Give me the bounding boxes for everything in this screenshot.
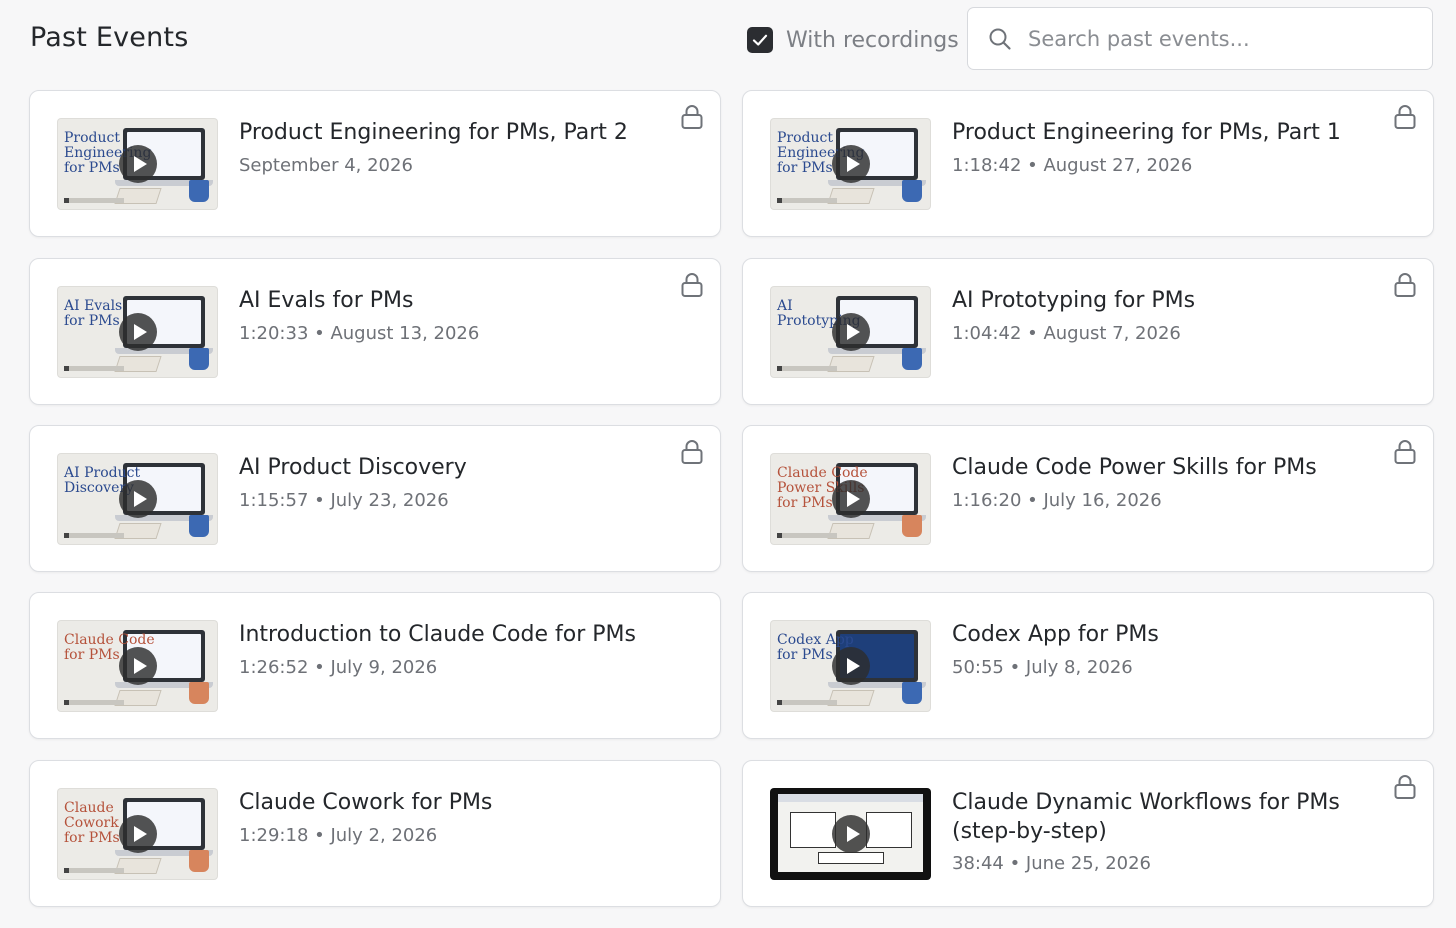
- with-recordings-label[interactable]: With recordings: [786, 28, 959, 53]
- brand-logo: [64, 366, 124, 371]
- event-thumbnail[interactable]: AI Prototyping: [770, 286, 931, 378]
- brand-logo: [777, 700, 837, 705]
- event-meta: 1:20:33 • August 13, 2026: [239, 323, 480, 344]
- event-meta: 1:16:20 • July 16, 2026: [952, 490, 1162, 511]
- event-meta: 1:18:42 • August 27, 2026: [952, 155, 1193, 176]
- mug-illustration: [902, 180, 922, 202]
- lock-icon: [1394, 440, 1416, 464]
- checkmark-icon: [752, 34, 768, 46]
- event-title[interactable]: Codex App for PMs: [952, 620, 1382, 649]
- brand-logo: [64, 533, 124, 538]
- event-meta: 1:15:57 • July 23, 2026: [239, 490, 449, 511]
- with-recordings-checkbox[interactable]: [747, 27, 773, 53]
- event-card[interactable]: Claude Cowork for PMs Claude Cowork for P…: [29, 760, 721, 907]
- play-icon[interactable]: [832, 815, 870, 853]
- lock-icon: [681, 440, 703, 464]
- event-card[interactable]: AI Product Discovery AI Product Discovery…: [29, 425, 721, 572]
- mug-illustration: [902, 682, 922, 704]
- event-thumbnail[interactable]: Claude Code Power Skills for PMs: [770, 453, 931, 545]
- event-title[interactable]: Claude Dynamic Workflows for PMs (step-b…: [952, 788, 1382, 846]
- search-input[interactable]: [1026, 25, 1420, 52]
- thumbnail-title: AI Evals for PMs: [64, 298, 123, 329]
- play-icon[interactable]: [832, 145, 870, 183]
- mug-illustration: [189, 515, 209, 537]
- event-card[interactable]: Product Engineering for PMs Product Engin…: [29, 90, 721, 237]
- event-meta: 50:55 • July 8, 2026: [952, 657, 1133, 678]
- thumbnail-title: Claude Cowork for PMs: [64, 800, 120, 846]
- event-meta: 1:26:52 • July 9, 2026: [239, 657, 438, 678]
- event-meta: 1:04:42 • August 7, 2026: [952, 323, 1181, 344]
- mug-illustration: [189, 180, 209, 202]
- lock-icon: [1394, 273, 1416, 297]
- play-icon[interactable]: [119, 480, 157, 518]
- play-icon[interactable]: [119, 145, 157, 183]
- mug-illustration: [902, 515, 922, 537]
- event-thumbnail[interactable]: Product Engineering for PMs: [57, 118, 218, 210]
- event-thumbnail[interactable]: Codex App for PMs: [770, 620, 931, 712]
- event-thumbnail[interactable]: [770, 788, 931, 880]
- event-title[interactable]: Product Engineering for PMs, Part 1: [952, 118, 1382, 147]
- event-title[interactable]: AI Evals for PMs: [239, 286, 669, 315]
- play-icon[interactable]: [832, 313, 870, 351]
- event-card[interactable]: AI Evals for PMs AI Evals for PMs 1:20:33 …: [29, 258, 721, 405]
- mug-illustration: [902, 348, 922, 370]
- search-icon: [988, 27, 1012, 51]
- search-box[interactable]: [967, 7, 1433, 70]
- lock-icon: [1394, 775, 1416, 799]
- mug-illustration: [189, 850, 209, 872]
- event-meta: 38:44 • June 25, 2026: [952, 853, 1152, 874]
- event-title[interactable]: AI Product Discovery: [239, 453, 669, 482]
- event-thumbnail[interactable]: Claude Code for PMs: [57, 620, 218, 712]
- event-thumbnail[interactable]: AI Evals for PMs: [57, 286, 218, 378]
- play-icon[interactable]: [119, 647, 157, 685]
- event-meta: 1:29:18 • July 2, 2026: [239, 825, 438, 846]
- event-meta: September 4, 2026: [239, 155, 413, 176]
- lock-icon: [681, 273, 703, 297]
- brand-logo: [777, 533, 837, 538]
- event-title[interactable]: Claude Code Power Skills for PMs: [952, 453, 1382, 482]
- lock-icon: [681, 105, 703, 129]
- event-card[interactable]: Product Engineering for PMs Product Engin…: [742, 90, 1434, 237]
- brand-logo: [64, 198, 124, 203]
- event-thumbnail[interactable]: Product Engineering for PMs: [770, 118, 931, 210]
- event-title[interactable]: AI Prototyping for PMs: [952, 286, 1382, 315]
- event-card[interactable]: Claude Code for PMs Introduction to Claud…: [29, 592, 721, 739]
- event-title[interactable]: Introduction to Claude Code for PMs: [239, 620, 669, 649]
- with-recordings-filter[interactable]: With recordings: [747, 26, 959, 54]
- play-icon[interactable]: [832, 647, 870, 685]
- brand-logo: [777, 198, 837, 203]
- play-icon[interactable]: [119, 815, 157, 853]
- event-title[interactable]: Claude Cowork for PMs: [239, 788, 669, 817]
- play-icon[interactable]: [832, 480, 870, 518]
- event-thumbnail[interactable]: AI Product Discovery: [57, 453, 218, 545]
- page-title: Past Events: [30, 22, 189, 53]
- brand-logo: [64, 868, 124, 873]
- mug-illustration: [189, 348, 209, 370]
- lock-icon: [1394, 105, 1416, 129]
- event-thumbnail[interactable]: Claude Cowork for PMs: [57, 788, 218, 880]
- event-card[interactable]: Claude Dynamic Workflows for PMs (step-b…: [742, 760, 1434, 907]
- mug-illustration: [189, 682, 209, 704]
- event-card[interactable]: Codex App for PMs Codex App for PMs 50:55 …: [742, 592, 1434, 739]
- brand-logo: [64, 700, 124, 705]
- brand-logo: [777, 366, 837, 371]
- event-title[interactable]: Product Engineering for PMs, Part 2: [239, 118, 669, 147]
- play-icon[interactable]: [119, 313, 157, 351]
- event-card[interactable]: AI Prototyping AI Prototyping for PMs 1:04…: [742, 258, 1434, 405]
- header: Past Events With recordings: [0, 0, 1456, 80]
- event-card[interactable]: Claude Code Power Skills for PMs Claude C…: [742, 425, 1434, 572]
